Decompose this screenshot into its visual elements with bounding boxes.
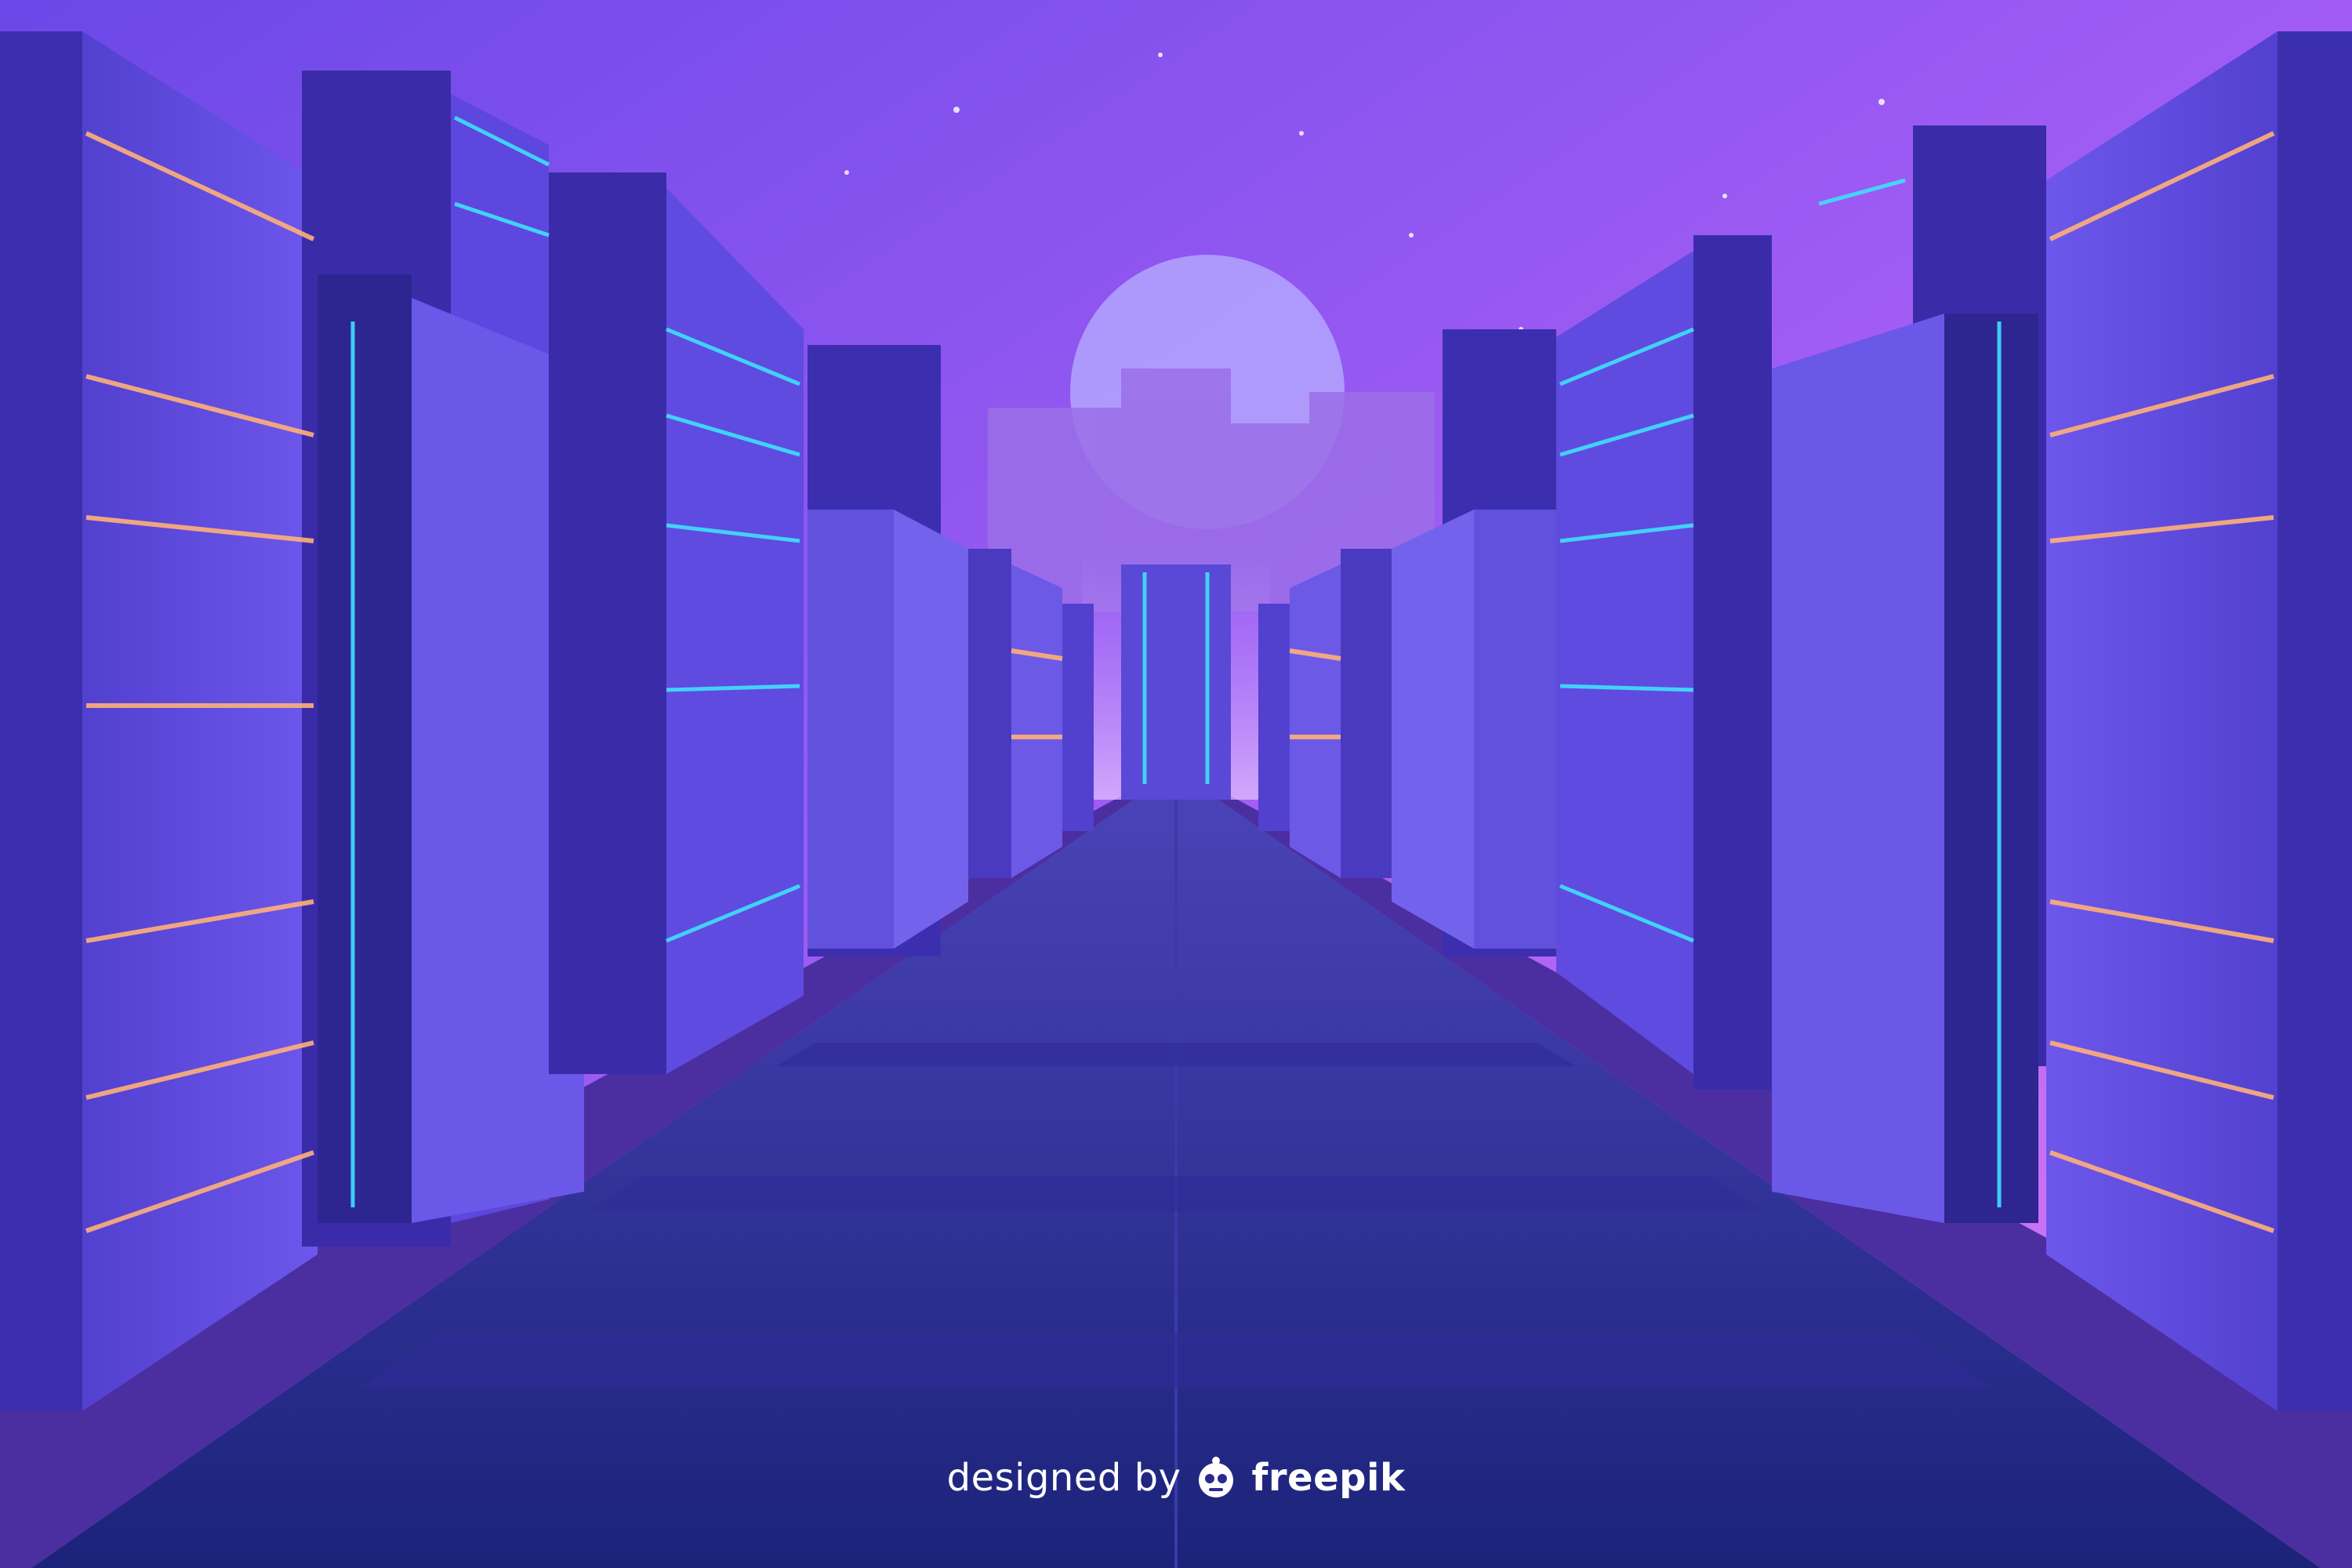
designed-by-text: designed by xyxy=(946,1456,1181,1500)
center-far-tower xyxy=(1121,564,1231,800)
freepik-mascot-icon xyxy=(1199,1457,1234,1497)
credit-line: designed by freepik xyxy=(0,1446,2352,1509)
city-street-illustration xyxy=(0,0,2352,1568)
freepik-brand-text: freepik xyxy=(1251,1456,1406,1500)
